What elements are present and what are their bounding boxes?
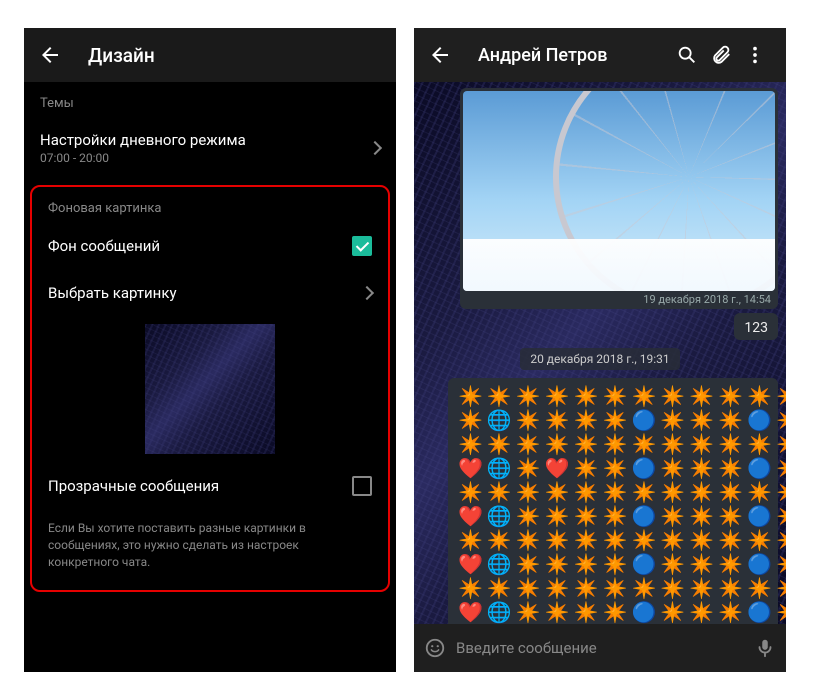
more-button[interactable] xyxy=(738,38,772,72)
message-content: 123 xyxy=(744,320,768,336)
arrow-back-icon xyxy=(38,43,62,67)
day-mode-label: Настройки дневного режима xyxy=(40,131,370,149)
attach-button[interactable] xyxy=(704,38,738,72)
contact-name[interactable]: Андрей Петров xyxy=(478,45,670,66)
message-emoji[interactable]: ✴️✴️✴️✴️✴️✴️✴️✴️✴️✴️✴️✴️✴️🌐✴️✴️✴️✴️🔵✴️✴️… xyxy=(448,378,778,624)
search-icon xyxy=(676,44,698,66)
choose-image-item[interactable]: Выбрать картинку xyxy=(32,270,388,316)
chevron-right-icon xyxy=(360,286,374,300)
transparent-checkbox[interactable] xyxy=(352,476,372,496)
attachment-icon xyxy=(710,44,732,66)
emoji-grid: ✴️✴️✴️✴️✴️✴️✴️✴️✴️✴️✴️✴️✴️🌐✴️✴️✴️✴️🔵✴️✴️… xyxy=(458,386,768,622)
transparent-label: Прозрачные сообщения xyxy=(48,477,352,495)
settings-screen: Дизайн Темы Настройки дневного режима 07… xyxy=(24,28,396,672)
ferris-wheel-photo xyxy=(463,91,775,291)
emoji-icon xyxy=(424,637,446,659)
transparent-item[interactable]: Прозрачные сообщения xyxy=(32,462,388,510)
back-button[interactable] xyxy=(38,43,62,67)
appbar-settings: Дизайн xyxy=(24,28,396,82)
message-bg-label: Фон сообщений xyxy=(48,237,352,255)
search-button[interactable] xyxy=(670,38,704,72)
background-preview[interactable] xyxy=(145,324,275,454)
section-themes: Темы xyxy=(24,82,396,117)
appbar-chat: Андрей Петров xyxy=(414,28,786,82)
input-bar: Введите сообщение xyxy=(414,624,786,672)
choose-image-label: Выбрать картинку xyxy=(48,284,362,302)
more-vert-icon xyxy=(744,44,766,66)
voice-button[interactable] xyxy=(754,637,776,659)
day-mode-item[interactable]: Настройки дневного режима 07:00 - 20:00 xyxy=(24,117,396,179)
message-input[interactable]: Введите сообщение xyxy=(446,639,754,657)
arrow-back-icon xyxy=(428,43,452,67)
hint-text: Если Вы хотите поставить разные картинки… xyxy=(32,510,388,580)
message-bg-item[interactable]: Фон сообщений xyxy=(32,222,388,270)
message-bg-checkbox[interactable] xyxy=(352,236,372,256)
message-image[interactable]: 19 декабря 2018 г., 14:54 xyxy=(460,88,778,309)
date-chip: 20 декабря 2018 г., 19:31 xyxy=(520,348,679,370)
background-section-highlight: Фоновая картинка Фон сообщений Выбрать к… xyxy=(30,185,390,592)
day-mode-time: 07:00 - 20:00 xyxy=(40,151,370,165)
back-button[interactable] xyxy=(428,43,452,67)
section-bg: Фоновая картинка xyxy=(32,187,388,222)
emoji-button[interactable] xyxy=(424,637,446,659)
microphone-icon xyxy=(754,637,776,659)
chat-body: 19 декабря 2018 г., 14:54 123 20 декабря… xyxy=(414,82,786,624)
message-timestamp: 19 декабря 2018 г., 14:54 xyxy=(463,291,775,306)
chevron-right-icon xyxy=(368,141,382,155)
chat-screen: Андрей Петров 19 декабря 2018 г., 14:54 … xyxy=(414,28,786,672)
message-text[interactable]: 123 xyxy=(734,313,778,340)
page-title: Дизайн xyxy=(88,44,155,67)
